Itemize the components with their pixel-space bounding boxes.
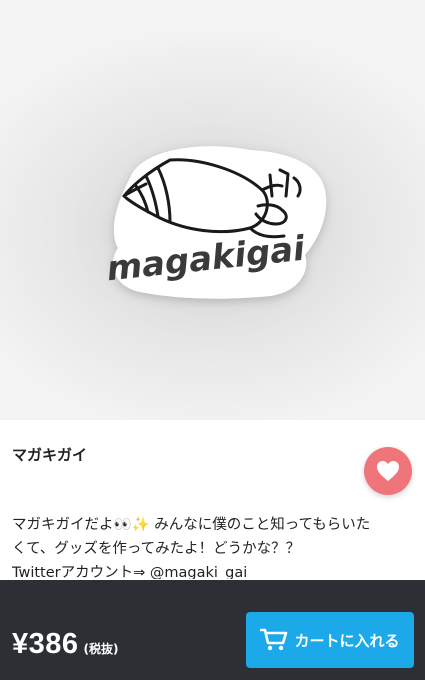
purchase-bar: ¥386 (税抜) カートに入れる bbox=[0, 580, 425, 680]
favorite-button[interactable] bbox=[364, 447, 412, 495]
tax-note: (税抜) bbox=[83, 642, 119, 656]
sticker-illustration: magakigai bbox=[105, 146, 327, 299]
heart-icon bbox=[377, 461, 399, 481]
price-block: ¥386 (税抜) bbox=[12, 628, 119, 661]
description-line: くて、グッズを作ってみたよ！どうかな？？ bbox=[12, 541, 301, 557]
description-line: Twitterアカウント⇒ @magaki_gai bbox=[12, 565, 248, 579]
product-title: マガキガイ bbox=[12, 446, 88, 464]
price: ¥386 bbox=[12, 628, 79, 660]
product-image[interactable]: magakigai bbox=[0, 0, 425, 420]
add-to-cart-button[interactable]: カートに入れる bbox=[246, 612, 414, 668]
product-description: マガキガイだよ👀✨ みんなに僕のこと知ってもらいた くて、グッズを作ってみたよ！… bbox=[12, 513, 417, 579]
cart-button-label: カートに入れる bbox=[294, 631, 400, 650]
cart-icon bbox=[260, 628, 288, 651]
description-line: マガキガイだよ👀✨ みんなに僕のこと知ってもらいた bbox=[12, 517, 371, 533]
